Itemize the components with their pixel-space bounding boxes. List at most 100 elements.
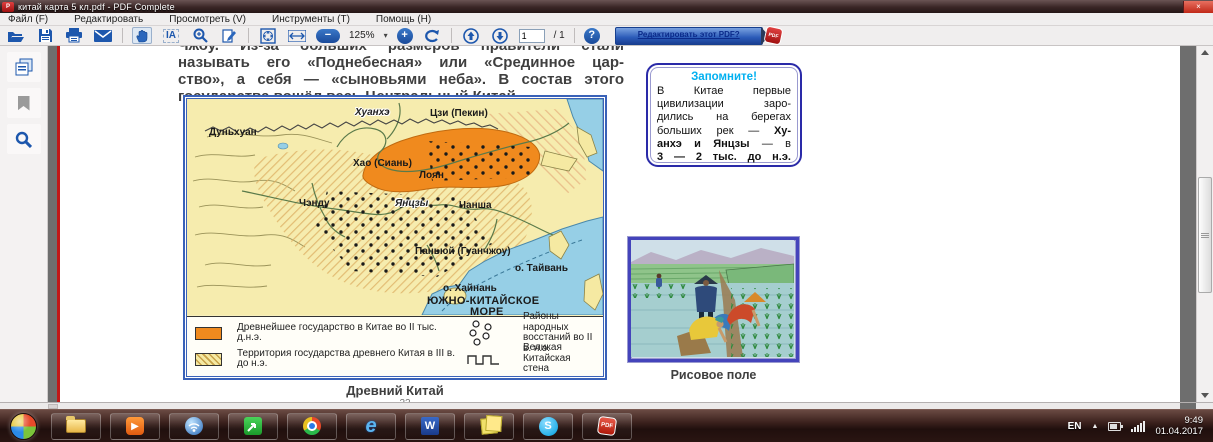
zoom-out-button[interactable]: − xyxy=(316,29,340,43)
text-select-button[interactable]: IA xyxy=(161,27,181,44)
taskbar-messenger-button[interactable] xyxy=(228,413,278,440)
thumb-grip-icon xyxy=(1201,235,1209,236)
taskbar-explorer-button[interactable] xyxy=(51,413,101,440)
menu-view[interactable]: Просмотреть (V) xyxy=(169,14,246,25)
toolbar-separator xyxy=(574,28,575,43)
remember-box-text: В Китае первыецивилизации заро-дились на… xyxy=(657,85,791,164)
paragraph-line: называть его «Поднебесная» или «Срединно… xyxy=(178,54,624,71)
toolbar-separator xyxy=(248,28,249,43)
close-button[interactable]: × xyxy=(1183,1,1213,13)
map-label-hao-sian: Хао (Сиань) xyxy=(353,158,412,169)
horizontal-scrollbar[interactable] xyxy=(0,402,1213,409)
zoom-level: 125% xyxy=(349,30,375,41)
help-button[interactable]: ? xyxy=(584,28,600,44)
edit-pdf-button[interactable]: Редактировать этот PDF? PDF xyxy=(615,27,781,45)
print-button[interactable] xyxy=(64,27,84,44)
zoom-tool-button[interactable] xyxy=(190,27,210,44)
page-red-edge xyxy=(57,46,60,402)
pdf-page: Чжоу. Из-за больших размеров правители с… xyxy=(57,46,1180,402)
sidebar xyxy=(0,46,48,402)
clock[interactable]: 9:49 01.04.2017 xyxy=(1155,415,1203,437)
legend-ancient-state-label: Древнейшее государство в Китае во II тыс… xyxy=(237,323,459,344)
start-button[interactable] xyxy=(10,413,37,440)
up-arrow-icon xyxy=(1201,50,1209,55)
skype-icon: S xyxy=(539,417,558,436)
folder-icon xyxy=(66,419,86,433)
legend-orange-swatch xyxy=(195,327,222,340)
annotate-button[interactable] xyxy=(219,27,239,44)
title-bar: P китай карта 5 кл.pdf - PDF Complete × xyxy=(0,0,1213,13)
menu-bar: Файл (F) Редактировать Просмотреть (V) И… xyxy=(0,13,1213,26)
taskbar: ▶ e W S PDF EN ▲ xyxy=(0,409,1213,442)
taskbar-pdf-button[interactable]: PDF xyxy=(582,413,632,440)
taskbar-wifi-button[interactable] xyxy=(169,413,219,440)
vertical-scrollbar[interactable] xyxy=(1196,46,1213,402)
map-label-yangtze: Янцзы xyxy=(395,198,428,209)
legend-wall-label: Великая Китайская стена xyxy=(523,343,599,375)
menu-file[interactable]: Файл (F) xyxy=(8,14,48,25)
bookmark-icon xyxy=(18,96,30,111)
map-label-taiwan: о. Тайвань xyxy=(515,263,568,274)
taskbar-chrome-button[interactable] xyxy=(287,413,337,440)
zoom-dropdown-icon[interactable]: ▾ xyxy=(384,31,388,40)
taskbar-skype-button[interactable]: S xyxy=(523,413,573,440)
legend-hatch-swatch xyxy=(195,353,222,366)
taskbar-sticky-notes-button[interactable] xyxy=(464,413,514,440)
taskbar-word-button[interactable]: W xyxy=(405,413,455,440)
map-label-panyu: Паньюй (Гуанчжоу) xyxy=(415,246,511,257)
legend-revolt-dots-icon xyxy=(467,320,497,346)
rice-field-caption: Рисовое поле xyxy=(628,368,799,382)
rice-field-illustration xyxy=(631,240,794,357)
down-arrow-icon xyxy=(1201,393,1209,398)
paragraph-line: Чжоу. Из-за больших размеров правители с… xyxy=(178,46,624,54)
menu-help[interactable]: Помощь (Н) xyxy=(376,14,431,25)
rotate-button[interactable] xyxy=(422,27,442,44)
word-icon: W xyxy=(421,417,439,435)
page-up-button[interactable] xyxy=(461,27,481,44)
toolbar-separator xyxy=(451,28,452,43)
map-area: Хуанхэ Цзи (Пекин) Дуньхуан Хао (Сиань) … xyxy=(186,98,604,377)
rice-field-image xyxy=(628,237,799,362)
fit-page-button[interactable] xyxy=(258,27,278,44)
search-panel-button[interactable] xyxy=(7,124,41,154)
map-label-dunhuang: Дуньхуан xyxy=(209,127,257,138)
scroll-down-button[interactable] xyxy=(1197,389,1212,402)
network-signal-icon[interactable] xyxy=(1131,421,1145,432)
toolbar-separator xyxy=(122,28,123,43)
map-label-hainan: о. Хайнань xyxy=(443,283,497,294)
map-caption: Древний Китай xyxy=(183,383,607,398)
hand-tool-button[interactable] xyxy=(132,27,152,44)
scroll-up-button[interactable] xyxy=(1197,46,1212,59)
map-label-czi-pekin: Цзи (Пекин) xyxy=(430,108,488,119)
page-number-input[interactable] xyxy=(519,29,545,43)
internet-explorer-icon: e xyxy=(365,416,376,436)
thumbnails-panel-button[interactable] xyxy=(7,52,41,82)
email-button[interactable] xyxy=(93,27,113,44)
page-total: / 1 xyxy=(554,30,565,41)
arrow-icon xyxy=(244,417,262,435)
system-tray: EN ▲ 9:49 01.04.2017 xyxy=(1068,415,1213,437)
tray-time: 9:49 xyxy=(1155,415,1203,426)
battery-icon[interactable] xyxy=(1108,422,1121,431)
toolbar: IA − 125% ▾ + / 1 ? Р xyxy=(0,26,1213,46)
sticky-notes-icon xyxy=(480,417,498,435)
edit-pdf-label: Редактировать этот PDF? xyxy=(629,31,749,40)
wifi-icon xyxy=(185,417,203,435)
tray-expand-icon[interactable]: ▲ xyxy=(1092,423,1099,430)
zoom-in-button[interactable]: + xyxy=(397,28,413,44)
menu-edit[interactable]: Редактировать xyxy=(74,14,143,25)
page-down-button[interactable] xyxy=(490,27,510,44)
map-ancient-china: Хуанхэ Цзи (Пекин) Дуньхуан Хао (Сиань) … xyxy=(183,95,607,380)
save-button[interactable] xyxy=(35,27,55,44)
document-canvas: Чжоу. Из-за больших размеров правители с… xyxy=(48,46,1196,402)
taskbar-media-player-button[interactable]: ▶ xyxy=(110,413,160,440)
language-indicator[interactable]: EN xyxy=(1068,421,1082,432)
open-button[interactable] xyxy=(6,27,26,44)
bookmarks-panel-button[interactable] xyxy=(7,88,41,118)
app-pdf-icon: P xyxy=(2,2,14,12)
fit-width-button[interactable] xyxy=(287,27,307,44)
vertical-scroll-thumb[interactable] xyxy=(1198,177,1212,293)
taskbar-ie-button[interactable]: e xyxy=(346,413,396,440)
window-title: китай карта 5 кл.pdf - PDF Complete xyxy=(18,2,175,12)
menu-tools[interactable]: Инструменты (Т) xyxy=(272,14,350,25)
